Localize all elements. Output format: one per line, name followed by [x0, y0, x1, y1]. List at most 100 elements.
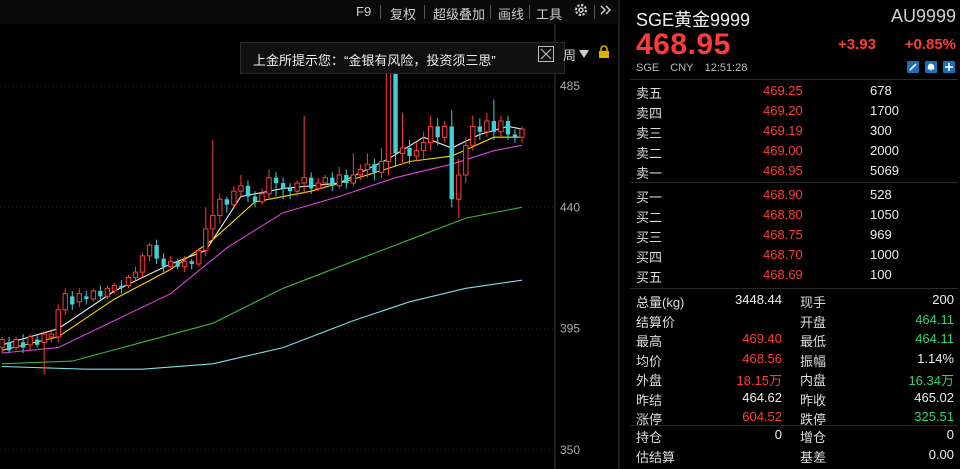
order-price: 468.80: [763, 207, 803, 222]
overlay-button[interactable]: 超级叠加: [433, 4, 485, 23]
candle-body: [224, 199, 230, 205]
add-icon[interactable]: [943, 61, 955, 73]
candle-body: [20, 342, 26, 348]
stat-value: 464.11: [915, 311, 954, 327]
order-level-label: 卖三: [636, 126, 663, 141]
close-icon[interactable]: [538, 46, 554, 62]
stat-label: 最高: [636, 334, 663, 349]
candle-body: [161, 258, 166, 267]
stat-value: 465.02: [914, 389, 954, 405]
candle-body: [259, 193, 265, 203]
stat-row: 最高 469.40 最低 464.11: [636, 331, 958, 351]
candle-body: [505, 121, 511, 135]
stat-label: 增仓: [800, 430, 827, 445]
order-level-label: 卖一: [636, 166, 663, 181]
candle-body: [98, 290, 103, 297]
candle-body: [62, 293, 68, 311]
stat-label: 基差: [800, 449, 827, 465]
candle-body: [0, 339, 5, 349]
y-tick-label: 485: [560, 79, 580, 93]
stat-value: 469.40: [742, 331, 782, 346]
order-volume: 1050: [870, 207, 899, 222]
order-book-row: 买四 468.70 1000: [636, 247, 958, 267]
candle-body: [463, 144, 469, 176]
candle-body: [55, 309, 61, 338]
order-price: 468.95: [763, 163, 803, 178]
stat-label: 总量(kg): [636, 295, 685, 310]
currency-label: CNY: [670, 62, 694, 74]
candle-body: [196, 250, 202, 265]
candle-body: [393, 61, 398, 154]
dropdown-triangle-icon[interactable]: [578, 47, 590, 62]
double-chevron-right-icon[interactable]: [600, 2, 612, 21]
stat-label: 昨收: [800, 392, 827, 408]
stat-value: 464.62: [742, 389, 782, 405]
candle-body: [119, 285, 124, 289]
lock-icon[interactable]: [597, 45, 611, 62]
candle-body: [203, 228, 209, 251]
chart-pane[interactable]: 485440395350494.30 F9 复权 超级叠加 画线 工具 上金所提…: [0, 0, 618, 469]
risk-warning-tooltip: 上金所提示您：“金银有风险，投资须三思”: [240, 42, 565, 74]
candle-body: [280, 183, 286, 189]
order-price: 468.75: [763, 227, 803, 242]
candle-body: [146, 244, 153, 257]
candle-body: [266, 177, 272, 195]
candle-body: [477, 126, 483, 132]
candle-body: [385, 61, 392, 162]
order-price: 469.25: [763, 83, 803, 98]
gear-icon[interactable]: [573, 2, 589, 21]
candle-body: [252, 196, 258, 202]
candle-body: [435, 126, 440, 138]
tools-button[interactable]: 工具: [536, 4, 562, 23]
order-level-label: 卖二: [636, 146, 663, 161]
stat-value: 0.00: [928, 446, 954, 462]
f9-button[interactable]: F9: [356, 4, 371, 19]
order-volume: 5069: [870, 163, 899, 178]
stat-label: 估结算: [636, 449, 676, 465]
quote-panel: SGE黄金9999 AU9999 468.95 +3.93 +0.85% SGE…: [620, 0, 960, 469]
candle-body: [13, 339, 19, 349]
bell-icon[interactable]: [925, 61, 937, 73]
candle-body: [111, 285, 118, 292]
order-price: 468.70: [763, 247, 803, 262]
candle-body: [372, 164, 377, 173]
stat-label: 跌停: [800, 412, 827, 427]
stat-value: 464.11: [915, 331, 954, 346]
draw-line-button[interactable]: 画线: [498, 4, 524, 23]
candle-body: [182, 260, 188, 268]
candle-body: [132, 271, 139, 278]
candle-body: [139, 255, 146, 273]
candle-body: [217, 198, 223, 216]
stat-row: 估结算 基差 0.00: [636, 447, 958, 467]
order-price: 469.00: [763, 143, 803, 158]
stat-label: 内盘: [800, 373, 827, 388]
candle-body: [449, 126, 454, 200]
candle-body: [364, 163, 371, 171]
order-level-label: 买一: [636, 190, 663, 205]
stat-value: 200: [932, 292, 954, 307]
order-price: 468.90: [763, 187, 803, 202]
order-price: 468.69: [763, 267, 803, 282]
restore-rights-button[interactable]: 复权: [390, 4, 416, 23]
stat-row: 昨结 464.62 昨收 465.02: [636, 390, 958, 410]
order-level-label: 买三: [636, 230, 663, 245]
order-level-label: 买二: [636, 210, 663, 225]
candle-body: [399, 147, 406, 154]
candle-body: [90, 290, 97, 300]
period-tab-partial[interactable]: 周: [563, 45, 576, 64]
candle-body: [470, 125, 476, 146]
candle-body: [245, 185, 251, 197]
order-book-row: 卖二 469.00 2000: [636, 143, 958, 163]
order-book-row: 买五 468.69 100: [636, 267, 958, 287]
candle-body: [512, 134, 518, 138]
y-tick-label: 440: [560, 200, 580, 214]
stat-value: 1.14%: [917, 350, 954, 366]
candle-body: [154, 245, 159, 259]
candle-body: [210, 214, 216, 230]
edit-icon[interactable]: [907, 61, 919, 73]
price-change-percent: +0.85%: [904, 36, 956, 53]
candle-body: [76, 293, 82, 303]
candle-body: [357, 169, 364, 176]
order-volume: 300: [870, 123, 892, 138]
candle-body: [330, 177, 335, 186]
